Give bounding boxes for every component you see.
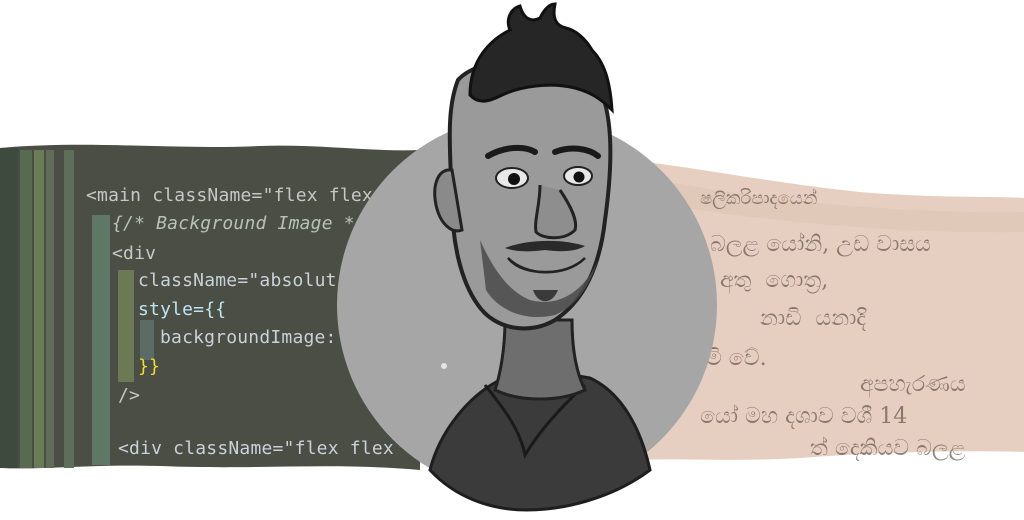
pupil-right [573, 171, 585, 183]
pupil-left [508, 173, 520, 185]
neck-shape [493, 318, 588, 401]
avatar-portrait [337, 2, 717, 512]
sparkle-dot [441, 363, 447, 369]
